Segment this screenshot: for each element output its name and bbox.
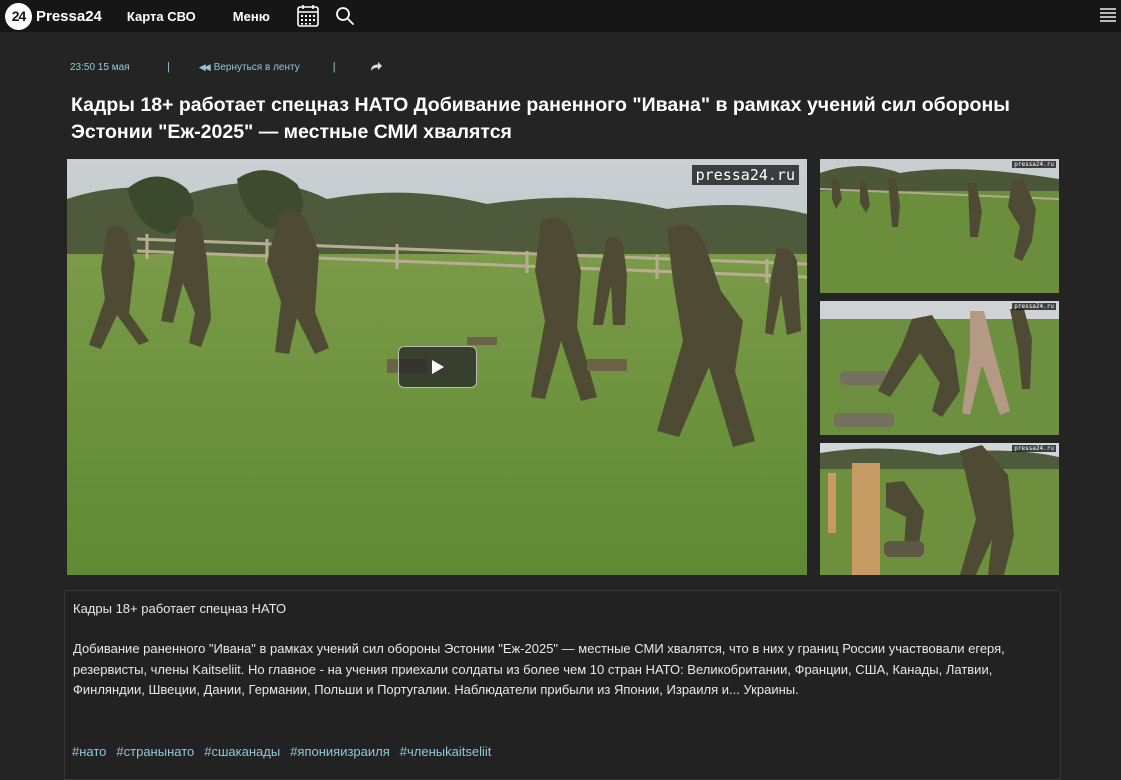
- watermark: pressa24.ru: [691, 165, 799, 185]
- watermark: pressa24.ru: [1012, 161, 1056, 168]
- play-icon: [431, 360, 444, 374]
- watermark: pressa24.ru: [1012, 303, 1056, 310]
- tag-link[interactable]: #членыkaitseliit: [400, 744, 492, 759]
- publish-datetime: 23:50 15 мая: [70, 61, 130, 73]
- tag-link[interactable]: #странынато: [116, 744, 194, 759]
- back-to-feed-label: Вернуться в ленту: [213, 61, 300, 73]
- site-logo[interactable]: 24 Pressa24: [5, 2, 102, 30]
- gallery-thumbnail[interactable]: pressa24.ru: [820, 443, 1059, 575]
- meta-separator: |: [332, 61, 336, 73]
- gallery-thumbnail[interactable]: pressa24.ru: [820, 159, 1059, 293]
- thumbnail-image: [820, 301, 1059, 435]
- thumbnail-image: [820, 443, 1059, 575]
- article-lead: Кадры 18+ работает спецназ НАТО: [73, 601, 287, 616]
- hamburger-menu-icon[interactable]: [1099, 6, 1117, 24]
- nav-link-svo-map[interactable]: Карта СВО: [127, 9, 196, 24]
- watermark: pressa24.ru: [1012, 445, 1056, 452]
- top-navigation-bar: 24 Pressa24 Карта СВО Меню: [0, 0, 1121, 32]
- tag-list: #нато #странынато #сшаканады #японияизра…: [72, 744, 501, 759]
- article-meta-row: 23:50 15 мая | ◀◀ Вернуться в ленту |: [70, 60, 383, 74]
- gallery-thumbnail[interactable]: pressa24.ru: [820, 301, 1059, 435]
- article-description: Кадры 18+ работает спецназ НАТО Добивани…: [64, 590, 1061, 780]
- rewind-icon: ◀◀: [198, 61, 211, 72]
- main-video-player[interactable]: pressa24.ru: [67, 159, 807, 575]
- meta-separator: |: [167, 61, 170, 73]
- share-arrow-icon[interactable]: [369, 60, 383, 74]
- nav-link-menu[interactable]: Меню: [233, 9, 270, 24]
- article-title: Кадры 18+ работает спецназ НАТО Добивани…: [71, 94, 1010, 143]
- logo-text: Pressa24: [36, 7, 102, 25]
- thumbnail-image: [820, 159, 1059, 293]
- tag-link[interactable]: #японияизраиля: [290, 744, 390, 759]
- tag-link[interactable]: #нато: [72, 744, 106, 759]
- calendar-icon[interactable]: [296, 4, 320, 28]
- logo-badge: 24: [5, 2, 32, 30]
- tag-link[interactable]: #сшаканады: [204, 744, 280, 759]
- play-button[interactable]: [398, 346, 477, 388]
- search-icon[interactable]: [335, 6, 355, 26]
- article-body: Добивание раненного "Ивана" в рамках уче…: [73, 641, 1005, 697]
- back-to-feed-link[interactable]: ◀◀ Вернуться в ленту: [199, 62, 300, 73]
